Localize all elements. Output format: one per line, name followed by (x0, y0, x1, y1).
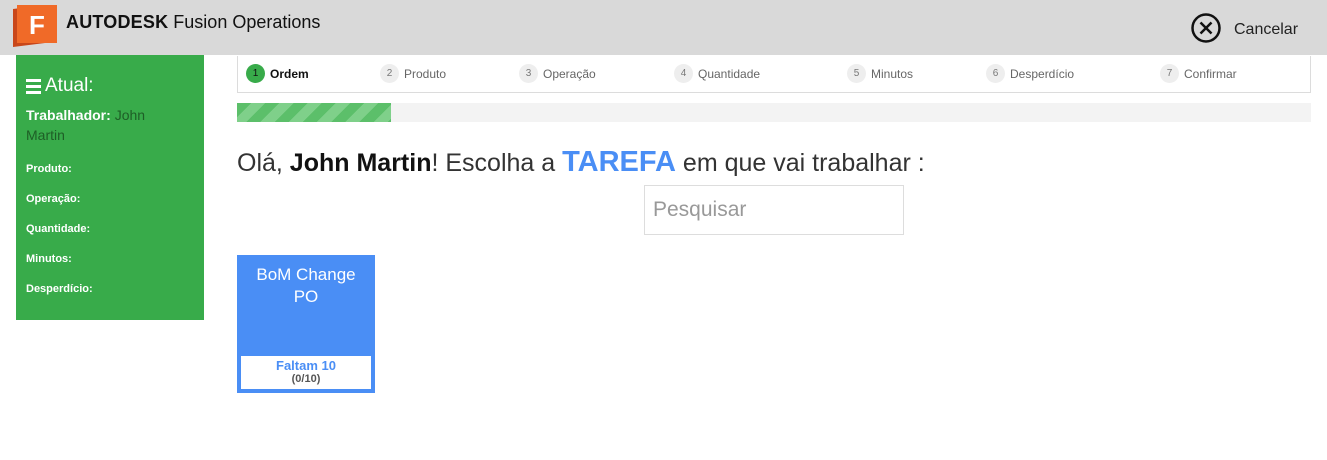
worker-label: Trabalhador: (26, 107, 111, 123)
task-card[interactable]: BoM Change PO Faltam 10 (0/10) (237, 255, 375, 393)
step-operacao[interactable]: 3 Operação (519, 64, 596, 83)
step-minutos[interactable]: 5 Minutos (847, 64, 913, 83)
brand-product: Fusion Operations (173, 12, 321, 32)
step-number: 1 (246, 64, 265, 83)
quantity-field-label: Quantidade: (26, 223, 91, 235)
step-number: 6 (986, 64, 1005, 83)
cancel-label: Cancelar (1234, 21, 1299, 38)
close-circle-icon (1190, 12, 1222, 49)
fusion-logo-icon: F (13, 5, 57, 47)
top-bar: F AUTODESK Fusion Operations Cancelar (0, 0, 1327, 55)
wizard-stepper: 1 Ordem 2 Produto 3 Operação 4 Quantidad… (237, 56, 1311, 93)
product-field-label: Produto: (26, 163, 72, 175)
step-number: 2 (380, 64, 399, 83)
step-number: 7 (1160, 64, 1179, 83)
menu-icon (26, 78, 41, 94)
step-number: 5 (847, 64, 866, 83)
search-input[interactable] (644, 185, 904, 235)
brand-autodesk: AUTODESK (66, 12, 169, 32)
step-label: Produto (404, 66, 447, 81)
greeting-text: Olá, (237, 149, 290, 177)
progress-fill (237, 103, 391, 122)
minutes-field-label: Minutos: (26, 253, 72, 265)
worker-name: John Martin (289, 149, 432, 177)
worker-info: Trabalhador: John Martin (26, 105, 176, 145)
task-count: (0/10) (291, 373, 321, 385)
current-heading-label: Atual: (45, 75, 94, 96)
step-produto[interactable]: 2 Produto (380, 64, 446, 83)
task-keyword: TAREFA (562, 146, 676, 178)
operation-field-label: Operação: (26, 193, 81, 205)
step-confirmar[interactable]: 7 Confirmar (1160, 64, 1237, 83)
step-quantidade[interactable]: 4 Quantidade (674, 64, 760, 83)
instruction-end: em que vai trabalhar : (675, 149, 925, 177)
step-label: Confirmar (1184, 66, 1237, 81)
step-desperdicio[interactable]: 6 Desperdício (986, 64, 1074, 83)
task-progress-box: Faltam 10 (0/10) (241, 356, 371, 389)
step-number: 3 (519, 64, 538, 83)
progress-bar (237, 103, 1311, 122)
step-ordem[interactable]: 1 Ordem (246, 64, 309, 83)
task-title: BoM Change PO (256, 265, 356, 306)
logo-letter: F (29, 10, 45, 40)
step-label: Ordem (270, 66, 309, 81)
current-info-panel: Atual: Trabalhador: John Martin Produto:… (16, 55, 204, 320)
task-remaining: Faltam 10 (276, 358, 336, 373)
waste-field-label: Desperdício: (26, 283, 93, 295)
step-label: Operação (543, 66, 596, 81)
cancel-button[interactable]: Cancelar (1190, 12, 1299, 49)
page-title: Olá, John Martin! Escolha a TAREFA em qu… (237, 146, 925, 179)
instruction-text: ! Escolha a (431, 149, 563, 177)
current-heading: Atual: (26, 75, 94, 97)
step-label: Minutos (871, 66, 914, 81)
step-label: Quantidade (698, 66, 761, 81)
step-number: 4 (674, 64, 693, 83)
brand-title: AUTODESK Fusion Operations (66, 12, 320, 33)
step-label: Desperdício (1010, 66, 1075, 81)
